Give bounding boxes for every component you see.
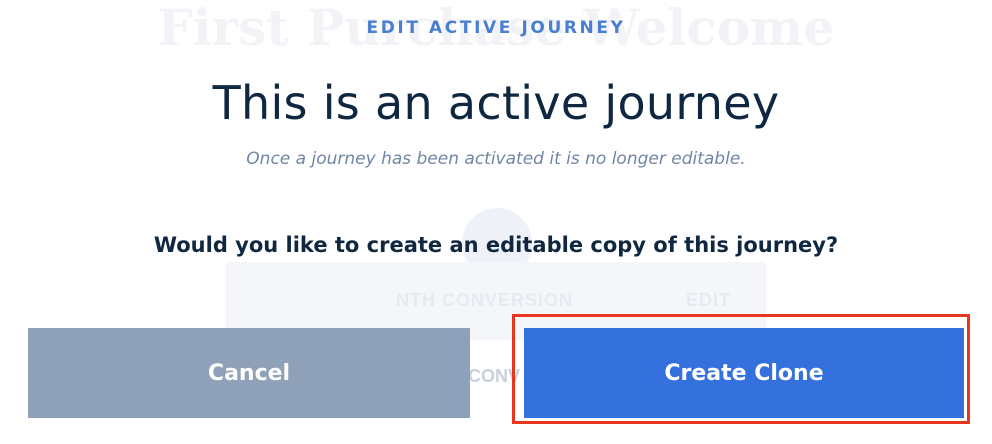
modal-headline: This is an active journey — [212, 76, 780, 130]
create-clone-button[interactable]: Create Clone — [524, 328, 964, 418]
modal-subtext: Once a journey has been activated it is … — [246, 149, 746, 169]
clone-question: Would you like to create an editable cop… — [153, 233, 839, 257]
cancel-button[interactable]: Cancel — [28, 328, 470, 418]
clone-journey-modal: EDIT ACTIVE JOURNEY This is an active jo… — [0, 0, 992, 444]
modal-eyebrow: EDIT ACTIVE JOURNEY — [366, 18, 626, 38]
